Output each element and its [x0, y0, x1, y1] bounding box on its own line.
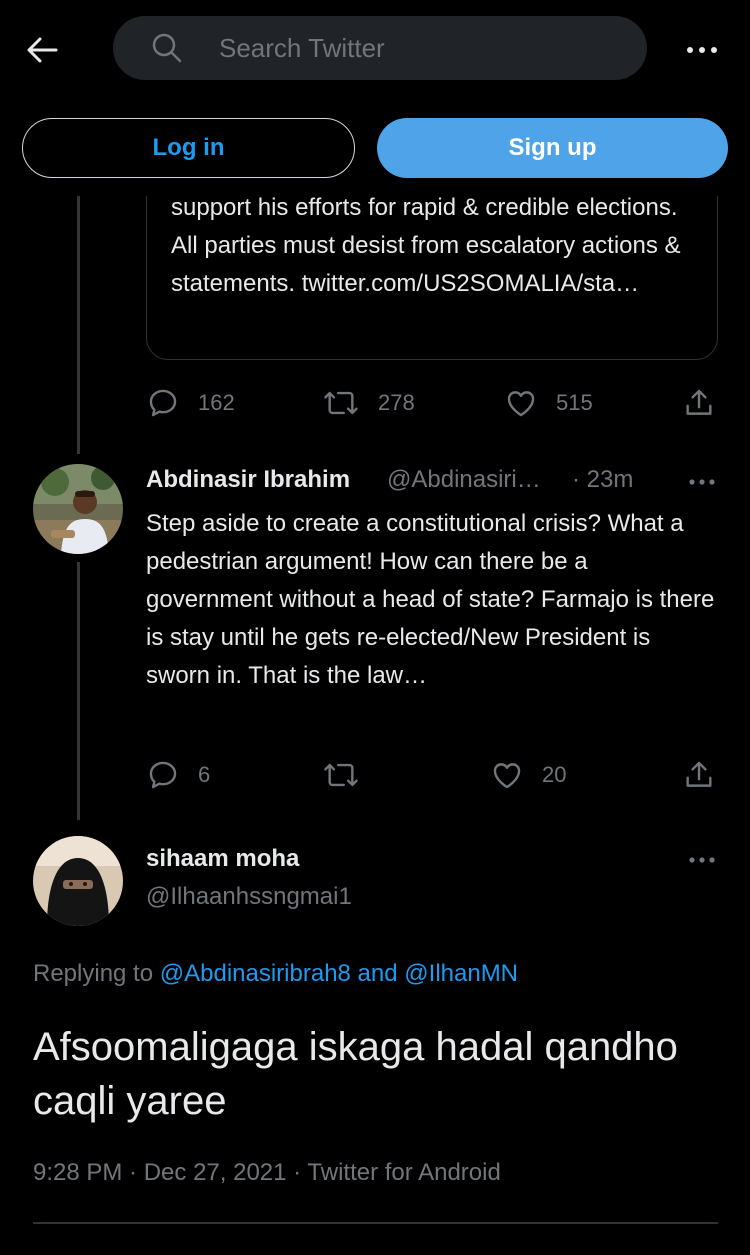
- tweet-date[interactable]: Dec 27, 2021: [144, 1159, 287, 1186]
- arrow-left-icon: [27, 37, 58, 63]
- tweet-time[interactable]: · 23m: [572, 466, 633, 494]
- like-count: 20: [542, 762, 567, 787]
- tweet-more-button[interactable]: [686, 845, 718, 875]
- more-horizontal-icon: [689, 857, 715, 863]
- tweet-source[interactable]: Twitter for Android: [307, 1159, 500, 1186]
- divider: [33, 1222, 718, 1224]
- thread-line-lower: [77, 562, 80, 820]
- share-icon: [686, 389, 712, 415]
- like-action[interactable]: 20: [490, 755, 566, 795]
- author-name[interactable]: sihaam moha: [146, 845, 299, 873]
- retweet-action[interactable]: [322, 755, 360, 795]
- top-bar: Search Twitter: [0, 0, 750, 100]
- signup-button[interactable]: Sign up: [377, 118, 728, 178]
- tweet-meta: 9:28 PM · Dec 27, 2021 · Twitter for And…: [33, 1159, 501, 1187]
- share-icon: [686, 761, 712, 787]
- more-options-button[interactable]: [680, 30, 724, 70]
- thread-line-upper: [77, 196, 80, 454]
- heart-icon: [493, 763, 521, 789]
- reply-count: 162: [198, 390, 235, 415]
- like-action[interactable]: 515: [504, 383, 593, 423]
- auth-bar: Log in Sign up: [0, 100, 750, 196]
- retweet-count: 278: [378, 390, 415, 415]
- search-placeholder: Search Twitter: [219, 32, 385, 63]
- author-handle[interactable]: @Abdinasiri…: [387, 466, 541, 494]
- replying-and[interactable]: and: [351, 960, 404, 987]
- meta-separator: ·: [122, 1159, 144, 1186]
- share-action[interactable]: [682, 383, 716, 423]
- reply-icon: [149, 389, 177, 417]
- avatar[interactable]: [33, 464, 123, 554]
- retweet-icon: [324, 391, 358, 415]
- retweet-icon: [324, 763, 358, 787]
- back-button[interactable]: [22, 30, 62, 70]
- tweet-header: Abdinasir Ibrahim @Abdinasiri… · 23m: [146, 466, 726, 500]
- avatar[interactable]: [33, 836, 123, 926]
- tweet-detail-page: support his efforts for rapid & credible…: [0, 0, 750, 1255]
- replying-to: Replying to @Abdinasiribrah8 and @IlhanM…: [33, 960, 518, 988]
- tweet-actions: 6 20: [146, 755, 716, 795]
- tweet-time[interactable]: 9:28 PM: [33, 1159, 122, 1186]
- author-handle[interactable]: @Ilhaanhssngmai1: [146, 883, 352, 911]
- tweet-more-button[interactable]: [686, 467, 718, 497]
- like-count: 515: [556, 390, 593, 415]
- meta-separator: ·: [286, 1159, 308, 1186]
- more-horizontal-icon: [687, 47, 717, 53]
- retweet-action[interactable]: 278: [322, 383, 415, 423]
- reply-count: 6: [198, 762, 211, 787]
- reply-icon: [149, 761, 177, 789]
- search-icon: [151, 32, 183, 64]
- more-horizontal-icon: [689, 479, 715, 485]
- heart-icon: [507, 391, 535, 417]
- tweet-text: Step aside to create a constitutional cr…: [146, 510, 715, 689]
- share-action[interactable]: [682, 755, 716, 795]
- mention-link[interactable]: @Abdinasiribrah8: [160, 960, 351, 987]
- search-input[interactable]: Search Twitter: [113, 16, 647, 80]
- quoted-tweet-text: support his efforts for rapid & credible…: [171, 194, 681, 297]
- tweet-actions: 162 278 515: [146, 383, 716, 423]
- replying-prefix: Replying to: [33, 960, 160, 987]
- reply-action[interactable]: 6: [146, 755, 210, 795]
- mention-link[interactable]: @IlhanMN: [404, 960, 518, 987]
- main-tweet-text: Afsoomaligaga iskaga hadal qandho caqli …: [33, 1025, 678, 1123]
- author-name[interactable]: Abdinasir Ibrahim: [146, 466, 350, 494]
- reply-action[interactable]: 162: [146, 383, 235, 423]
- login-button[interactable]: Log in: [22, 118, 355, 178]
